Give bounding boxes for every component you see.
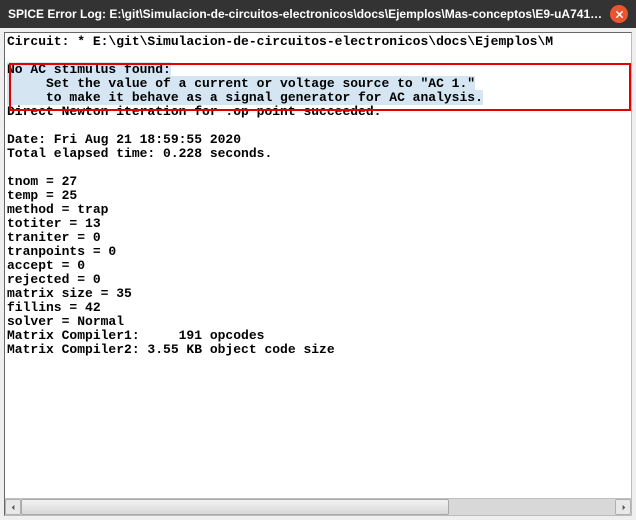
client-area: Circuit: * E:\git\Simulacion-de-circuito… [0,28,636,520]
window-title: SPICE Error Log: E:\git\Simulacion-de-ci… [8,7,604,21]
log-content[interactable]: Circuit: * E:\git\Simulacion-de-circuito… [5,33,631,498]
scroll-right-button[interactable] [615,499,631,515]
scroll-left-button[interactable] [5,499,21,515]
horizontal-scrollbar[interactable] [5,498,631,515]
log-text: Circuit: * E:\git\Simulacion-de-circuito… [7,35,629,357]
chevron-right-icon [620,504,627,511]
log-frame: Circuit: * E:\git\Simulacion-de-circuito… [4,32,632,516]
chevron-left-icon [10,504,17,511]
close-button[interactable] [610,5,628,23]
scroll-track[interactable] [21,499,615,515]
scroll-thumb[interactable] [21,499,449,515]
app-window: SPICE Error Log: E:\git\Simulacion-de-ci… [0,0,636,520]
title-bar[interactable]: SPICE Error Log: E:\git\Simulacion-de-ci… [0,0,636,28]
close-icon [615,10,624,19]
